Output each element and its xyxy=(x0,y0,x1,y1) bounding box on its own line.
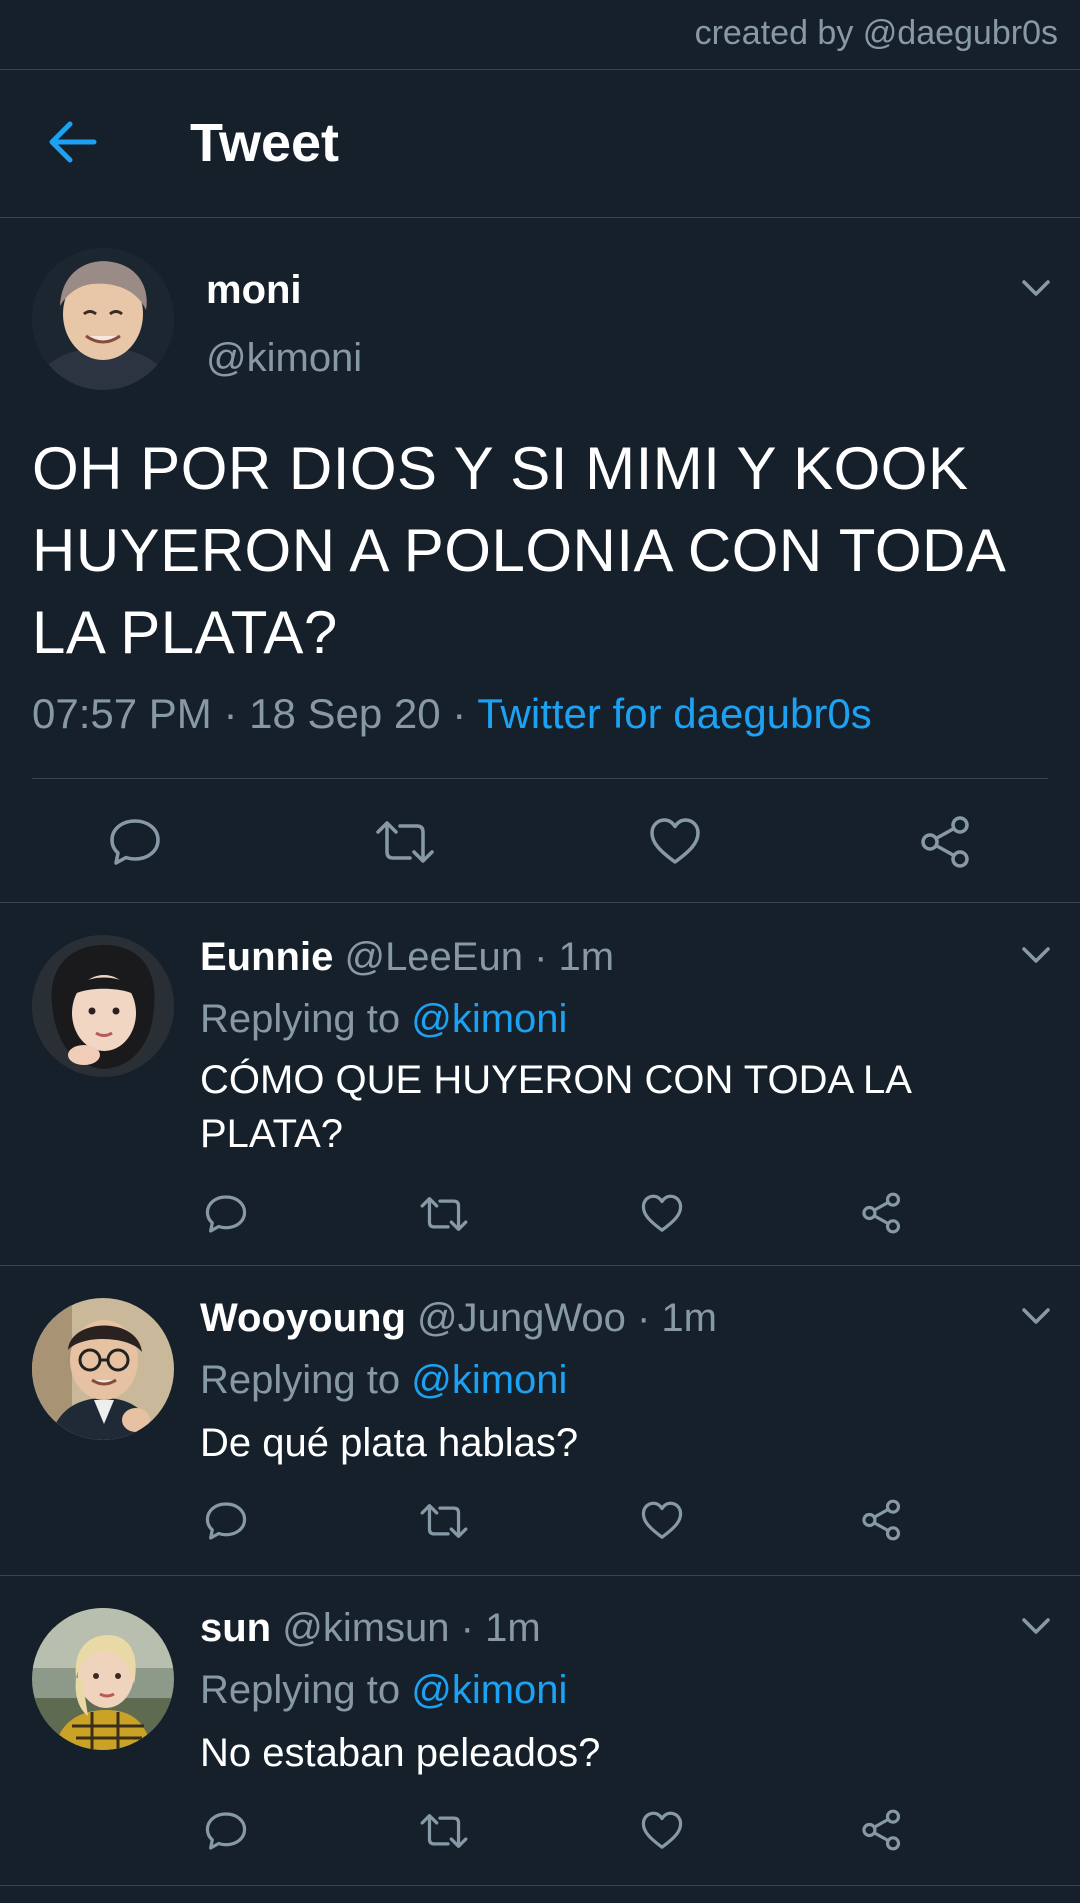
author-handle[interactable]: @kimoni xyxy=(206,336,362,381)
reply-author-name[interactable]: sun xyxy=(200,1606,271,1650)
replying-to: Replying to @kimoni xyxy=(200,997,567,1042)
reply-icon xyxy=(205,1195,247,1233)
author-name[interactable]: moni xyxy=(206,268,302,313)
tweet-meta: 07:57 PM · 18 Sep 20 · Twitter for daegu… xyxy=(32,690,872,738)
replying-to-label: Replying to xyxy=(200,997,412,1041)
chevron-down-icon xyxy=(1022,280,1050,296)
share-icon xyxy=(862,1192,901,1234)
chevron-down-icon xyxy=(1022,1308,1050,1324)
reply-icon xyxy=(110,819,160,865)
mention-link[interactable]: @kimoni xyxy=(411,1358,567,1402)
retweet-icon xyxy=(376,821,434,863)
reply-icon xyxy=(205,1502,247,1540)
avatar[interactable] xyxy=(32,1608,174,1750)
heart-icon xyxy=(641,1194,683,1232)
reply-tweet[interactable]: Eunnie @LeeEun · 1m Replying to @kimoni … xyxy=(0,903,1080,1266)
credit-text: created by @daegubr0s xyxy=(694,14,1058,52)
tweet-text: OH POR DIOS Y SI MIMI Y KOOK HUYERON A P… xyxy=(32,435,1004,666)
avatar[interactable] xyxy=(32,935,174,1077)
retweet-button[interactable] xyxy=(418,1193,470,1240)
reply-button[interactable] xyxy=(204,1193,248,1240)
retweet-button[interactable] xyxy=(374,816,436,873)
share-button[interactable] xyxy=(860,1191,904,1240)
replying-to-label: Replying to xyxy=(200,1358,412,1402)
reply-author-name[interactable]: Eunnie xyxy=(200,935,333,979)
reply-header: sun @kimsun · 1m xyxy=(200,1606,541,1651)
share-button[interactable] xyxy=(860,1808,904,1857)
reply-tweet[interactable]: sun @kimsun · 1m Replying to @kimoni No … xyxy=(0,1576,1080,1886)
avatar[interactable] xyxy=(32,248,174,390)
more-options-button[interactable] xyxy=(1018,1614,1054,1640)
tweet-source-link[interactable]: Twitter for daegubr0s xyxy=(477,690,872,737)
reply-text: CÓMO QUE HUYERON CON TODA LA PLATA? xyxy=(200,1058,910,1156)
reply-header: Wooyoung @JungWoo · 1m xyxy=(200,1296,717,1341)
reply-author-name[interactable]: Wooyoung xyxy=(200,1296,406,1340)
reply-button[interactable] xyxy=(204,1810,248,1857)
reply-handle-time: @LeeEun · 1m xyxy=(333,935,615,979)
avatar[interactable] xyxy=(32,1298,174,1440)
replying-to: Replying to @kimoni xyxy=(200,1358,567,1403)
share-icon xyxy=(862,1809,901,1851)
meta-separator: · xyxy=(211,690,250,737)
reply-header: Eunnie @LeeEun · 1m xyxy=(200,935,614,980)
chevron-down-icon xyxy=(1022,947,1050,963)
mention-link[interactable]: @kimoni xyxy=(411,1668,567,1712)
share-icon xyxy=(921,816,969,868)
like-button[interactable] xyxy=(640,1810,684,1857)
retweet-button[interactable] xyxy=(418,1500,470,1547)
replying-to-label: Replying to xyxy=(200,1668,412,1712)
heart-icon xyxy=(650,818,700,864)
retweet-icon xyxy=(420,1814,468,1848)
credit-bar: created by @daegubr0s xyxy=(0,0,1080,70)
heart-icon xyxy=(641,1501,683,1539)
replying-to: Replying to @kimoni xyxy=(200,1668,567,1713)
reply-text: De qué plata hablas? xyxy=(200,1421,579,1465)
avatar-image xyxy=(32,935,174,1077)
avatar-image xyxy=(32,1298,174,1440)
reply-handle-time: @JungWoo · 1m xyxy=(405,1296,717,1340)
mention-link[interactable]: @kimoni xyxy=(411,997,567,1041)
retweet-icon xyxy=(420,1197,468,1231)
retweet-button[interactable] xyxy=(418,1810,470,1857)
reply-tweet[interactable]: Wooyoung @JungWoo · 1m Replying to @kimo… xyxy=(0,1266,1080,1576)
reply-icon xyxy=(205,1812,247,1850)
more-options-button[interactable] xyxy=(1018,1304,1054,1330)
like-button[interactable] xyxy=(640,1500,684,1547)
main-tweet: moni @kimoni OH POR DIOS Y SI MIMI Y KOO… xyxy=(0,218,1080,903)
page-title: Tweet xyxy=(190,113,340,173)
retweet-icon xyxy=(420,1504,468,1538)
arrow-left-icon xyxy=(49,121,97,163)
divider xyxy=(32,778,1048,779)
like-button[interactable] xyxy=(640,1193,684,1240)
avatar-image xyxy=(32,248,174,390)
share-button[interactable] xyxy=(918,814,974,875)
share-icon xyxy=(862,1499,901,1541)
more-options-button[interactable] xyxy=(1018,943,1054,969)
chevron-down-icon xyxy=(1022,1618,1050,1634)
top-app-bar: Tweet xyxy=(0,70,1080,218)
share-button[interactable] xyxy=(860,1498,904,1547)
back-button[interactable] xyxy=(44,116,104,168)
reply-button[interactable] xyxy=(108,816,162,873)
avatar-image xyxy=(32,1608,174,1750)
meta-separator: · xyxy=(440,690,478,737)
like-button[interactable] xyxy=(648,816,702,873)
more-options-button[interactable] xyxy=(1018,276,1054,302)
reply-text: No estaban peleados? xyxy=(200,1731,601,1775)
heart-icon xyxy=(641,1811,683,1849)
tweet-time: 07:57 PM xyxy=(32,690,212,737)
reply-button[interactable] xyxy=(204,1500,248,1547)
tweet-date: 18 Sep 20 xyxy=(249,690,441,737)
reply-handle-time: @kimsun · 1m xyxy=(271,1606,541,1650)
